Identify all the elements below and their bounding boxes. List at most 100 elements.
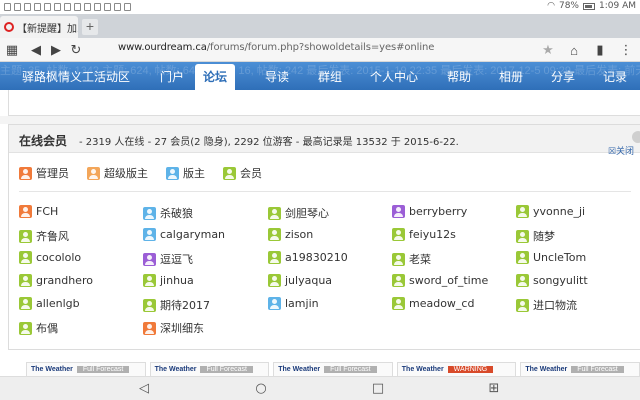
bookmarks-icon[interactable]: ▮ bbox=[590, 40, 610, 60]
online-user[interactable]: songyulitt bbox=[516, 274, 588, 287]
weather-ad[interactable]: The Weather WARNING bbox=[396, 362, 517, 376]
online-user[interactable]: 进口物流 bbox=[516, 297, 577, 313]
weather-ad[interactable]: The Weather Full Forecast bbox=[273, 362, 393, 376]
nav-item[interactable]: 群组 bbox=[318, 68, 342, 85]
user-role-icon bbox=[223, 166, 236, 180]
online-user[interactable]: calgaryman bbox=[143, 228, 225, 241]
online-user[interactable]: 剑胆琴心 bbox=[268, 205, 329, 221]
online-user[interactable]: 杀破狼 bbox=[143, 205, 193, 221]
online-user[interactable]: 深圳细东 bbox=[143, 320, 204, 336]
user-role-icon bbox=[19, 205, 32, 218]
online-user[interactable]: sword_of_time bbox=[392, 274, 488, 287]
online-user[interactable]: 老菜 bbox=[392, 251, 431, 267]
user-name-link[interactable]: calgaryman bbox=[160, 228, 225, 241]
notification-icon bbox=[104, 3, 111, 11]
user-name-link[interactable]: yvonne_ji bbox=[533, 205, 585, 218]
new-tab-button[interactable]: + bbox=[82, 19, 98, 35]
spacer bbox=[0, 116, 640, 124]
online-user[interactable]: 逗逗飞 bbox=[143, 251, 193, 267]
online-user[interactable]: cocololo bbox=[19, 251, 81, 264]
user-name-link[interactable]: 深圳细东 bbox=[160, 320, 204, 336]
online-user[interactable]: 期待2017 bbox=[143, 297, 210, 313]
user-name-link[interactable]: 期待2017 bbox=[160, 297, 210, 313]
user-role-icon bbox=[19, 321, 32, 335]
nav-item[interactable]: 论坛 bbox=[195, 64, 236, 90]
tabs-grid-icon[interactable]: ▦ bbox=[2, 40, 22, 60]
user-name-link[interactable]: 老菜 bbox=[409, 251, 431, 267]
user-name-link[interactable]: sword_of_time bbox=[409, 274, 488, 287]
nav-item[interactable]: 相册 bbox=[499, 68, 523, 85]
url-bar[interactable]: www.ourdream.ca/forums/forum.php?showold… bbox=[118, 42, 434, 53]
user-role-icon bbox=[268, 274, 281, 287]
system-split-icon[interactable]: ⊞ bbox=[486, 381, 502, 397]
online-user[interactable]: 随梦 bbox=[516, 228, 555, 244]
online-user[interactable]: yvonne_ji bbox=[516, 205, 585, 218]
weather-ad[interactable]: The Weather Full Forecast bbox=[26, 362, 146, 376]
online-user[interactable]: berryberry bbox=[392, 205, 467, 218]
online-user[interactable]: 布偶 bbox=[19, 320, 58, 336]
online-user[interactable]: UncleTom bbox=[516, 251, 586, 264]
user-name-link[interactable]: cocololo bbox=[36, 251, 81, 264]
user-name-link[interactable]: UncleTom bbox=[533, 251, 586, 264]
user-name-link[interactable]: feiyu12s bbox=[409, 228, 456, 241]
nav-item[interactable]: 个人中心 bbox=[370, 68, 418, 85]
user-name-link[interactable]: julyaqua bbox=[285, 274, 332, 287]
user-name-link[interactable]: 布偶 bbox=[36, 320, 58, 336]
online-user[interactable]: allenlgb bbox=[19, 297, 80, 310]
user-name-link[interactable]: berryberry bbox=[409, 205, 467, 218]
ad-tag: Full Forecast bbox=[324, 366, 377, 373]
user-name-link[interactable]: 随梦 bbox=[533, 228, 555, 244]
online-user[interactable]: jinhua bbox=[143, 274, 194, 287]
user-name-link[interactable]: 逗逗飞 bbox=[160, 251, 193, 267]
nav-item[interactable]: 记录 bbox=[603, 68, 627, 85]
online-user[interactable]: lamjin bbox=[268, 297, 319, 310]
online-user[interactable]: julyaqua bbox=[268, 274, 332, 287]
close-panel-link[interactable]: ☒关闭 bbox=[608, 144, 634, 157]
user-name-link[interactable]: lamjin bbox=[285, 297, 319, 310]
user-name-link[interactable]: songyulitt bbox=[533, 274, 588, 287]
user-name-link[interactable]: 剑胆琴心 bbox=[285, 205, 329, 221]
user-name-link[interactable]: allenlgb bbox=[36, 297, 80, 310]
system-home-icon[interactable]: ○ bbox=[253, 381, 269, 397]
user-name-link[interactable]: zison bbox=[285, 228, 313, 241]
user-name-link[interactable]: jinhua bbox=[160, 274, 194, 287]
online-user[interactable]: FCH bbox=[19, 205, 58, 218]
online-user[interactable]: a19830210 bbox=[268, 251, 348, 264]
legend-item-member: 会员 bbox=[223, 165, 262, 181]
user-name-link[interactable]: FCH bbox=[36, 205, 58, 218]
nav-item[interactable]: 驿路枫情义工活动区 bbox=[22, 68, 130, 85]
browser-tab[interactable]: 【新提醒】加... × bbox=[0, 16, 78, 38]
bookmark-star-icon[interactable]: ★ bbox=[538, 40, 558, 60]
weather-ad[interactable]: The Weather Full Forecast bbox=[149, 362, 270, 376]
user-name-link[interactable]: 齐鲁风 bbox=[36, 228, 69, 244]
menu-icon[interactable]: ⋮ bbox=[616, 40, 636, 60]
legend-label: 管理员 bbox=[36, 167, 69, 180]
notification-icon bbox=[94, 3, 101, 11]
online-user[interactable]: 齐鲁风 bbox=[19, 228, 69, 244]
system-back-icon[interactable]: ◁ bbox=[136, 381, 152, 397]
legend-label: 版主 bbox=[183, 167, 205, 180]
reload-icon[interactable]: ↻ bbox=[66, 40, 86, 60]
weather-ad[interactable]: The Weather Full Forecast bbox=[520, 362, 640, 376]
user-name-link[interactable]: a19830210 bbox=[285, 251, 348, 264]
user-role-icon bbox=[268, 228, 281, 241]
home-icon[interactable]: ⌂ bbox=[564, 40, 584, 60]
nav-item[interactable]: 导读 bbox=[265, 68, 289, 85]
nav-item[interactable]: 门户 bbox=[160, 68, 184, 85]
user-name-link[interactable]: grandhero bbox=[36, 274, 93, 287]
forward-icon[interactable]: ▶ bbox=[46, 40, 66, 60]
system-recents-icon[interactable]: □ bbox=[370, 381, 386, 397]
online-user[interactable]: grandhero bbox=[19, 274, 93, 287]
online-user[interactable]: feiyu12s bbox=[392, 228, 456, 241]
user-role-icon bbox=[268, 251, 281, 264]
user-name-link[interactable]: meadow_cd bbox=[409, 297, 474, 310]
back-icon[interactable]: ◀ bbox=[26, 40, 46, 60]
nav-item[interactable]: 分享 bbox=[551, 68, 575, 85]
online-user[interactable]: zison bbox=[268, 228, 313, 241]
user-name-link[interactable]: 杀破狼 bbox=[160, 205, 193, 221]
nav-item[interactable]: 帮助 bbox=[447, 68, 471, 85]
legend-label: 超级版主 bbox=[104, 167, 148, 180]
online-user[interactable]: meadow_cd bbox=[392, 297, 474, 310]
user-name-link[interactable]: 进口物流 bbox=[533, 297, 577, 313]
collapse-icon[interactable] bbox=[632, 131, 640, 143]
